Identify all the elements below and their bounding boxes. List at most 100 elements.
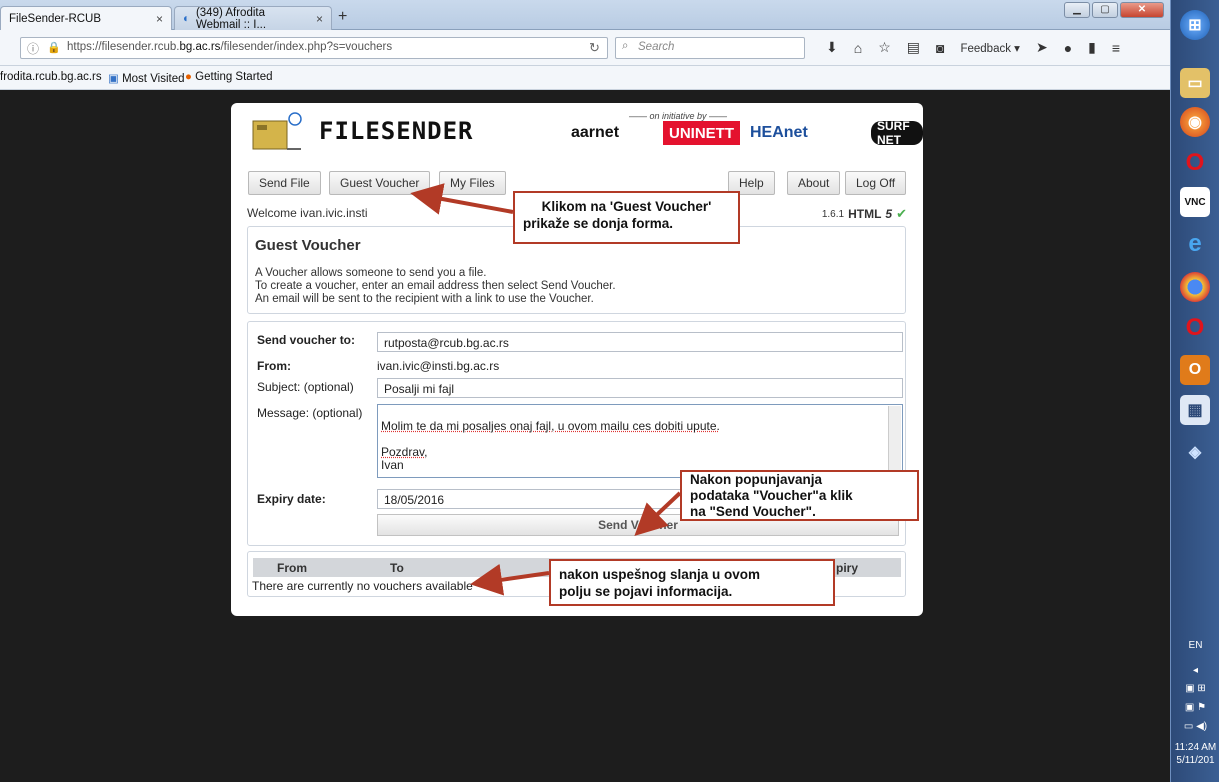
callout-line: Klikom na 'Guest Voucher': [541, 199, 712, 214]
search-icon: ⌕: [622, 40, 629, 52]
internet-explorer-icon[interactable]: e: [1180, 229, 1210, 259]
tab-webmail[interactable]: ◐ (349) Afrodita Webmail :: I... ×: [174, 6, 332, 31]
panel-title: Guest Voucher: [255, 237, 361, 254]
url-domain: bg.ac.rs: [179, 41, 221, 53]
chrome-icon[interactable]: [1180, 272, 1210, 302]
bookmark-label: Getting Started: [195, 71, 273, 83]
menu-icon[interactable]: ≡: [1112, 40, 1120, 56]
callout-line: Nakon popunjavanja: [690, 472, 823, 487]
bookmark-afrodita[interactable]: frodita.rcub.bg.ac.rs: [0, 71, 102, 83]
home-icon[interactable]: ⌂: [854, 40, 862, 56]
close-tab-icon[interactable]: ×: [156, 12, 163, 26]
search-input[interactable]: ⌕ Search: [615, 37, 805, 59]
url-suffix: /filesender/index.php?s=vouchers: [220, 41, 393, 53]
info-icon[interactable]: ⓘ: [27, 40, 39, 57]
html5-icon: 5: [885, 207, 893, 221]
bookmarks-bar: frodita.rcub.bg.ac.rs ▣ Most Visited ● G…: [0, 66, 1170, 90]
clock-time[interactable]: 11:24 AM: [1171, 742, 1219, 753]
close-tab-icon[interactable]: ×: [316, 12, 323, 26]
logoff-button[interactable]: Log Off: [845, 171, 907, 195]
file-explorer-icon[interactable]: ▭: [1180, 68, 1210, 98]
network-icon[interactable]: ◈: [1180, 437, 1210, 467]
annotation-vouchers-list: nakon uspešnog slanja u ovom polju se po…: [549, 559, 835, 606]
tab-filesender[interactable]: FileSender-RCUB ×: [0, 6, 172, 30]
send-icon[interactable]: ➤: [1036, 39, 1048, 56]
annotation-send-voucher: Nakon popunjavanja podataka "Voucher"a k…: [680, 470, 919, 521]
from-value: ivan.ivic@insti.bg.ac.rs: [377, 359, 500, 373]
send-file-button[interactable]: Send File: [248, 171, 321, 195]
bookmark-most-visited[interactable]: ▣ Most Visited: [108, 71, 185, 85]
col-to: To: [390, 561, 404, 575]
start-button-icon[interactable]: ⊞: [1180, 10, 1210, 40]
toolbar-icons: ⬇ ⌂ ☆ ▤ ◙ Feedback ▾ ➤ ● ▮ ≡: [826, 39, 1120, 56]
minimize-button[interactable]: ▁: [1064, 2, 1090, 18]
globe-icon: ◐: [183, 12, 190, 25]
callout-line: podataka "Voucher"a klik: [690, 488, 853, 503]
windows-taskbar: ⊞ ▭ ◉ O VNC e O O ▦ ◈ EN ◂ ▣ ⊞ ▣ ⚑ ▭ ◀) …: [1170, 0, 1219, 782]
url-bar[interactable]: ⓘ 🔒 https://filesender.rcub.bg.ac.rs/fil…: [20, 37, 608, 59]
calendar-icon[interactable]: ▦: [1180, 395, 1210, 425]
callout-line: na "Send Voucher".: [690, 504, 816, 519]
tray-icons-row1[interactable]: ▣ ⊞: [1171, 683, 1219, 694]
subject-label: Subject: (optional): [257, 380, 354, 394]
textarea-scrollbar[interactable]: [888, 406, 901, 476]
browser-nav-bar: ⓘ 🔒 https://filesender.rcub.bg.ac.rs/fil…: [0, 30, 1170, 66]
bookmarks-menu-icon[interactable]: ▤: [907, 39, 920, 56]
my-files-button[interactable]: My Files: [439, 171, 506, 195]
firefox-taskbar-icon[interactable]: ◉: [1180, 107, 1210, 137]
guest-voucher-button[interactable]: Guest Voucher: [329, 171, 431, 195]
language-indicator[interactable]: EN: [1171, 640, 1219, 651]
feedback-button[interactable]: Feedback ▾: [960, 41, 1019, 55]
bookmark-getting-started[interactable]: ● Getting Started: [185, 71, 273, 83]
library-icon[interactable]: ▮: [1088, 39, 1096, 56]
tab-title: (349) Afrodita Webmail :: I...: [195, 6, 267, 31]
message-line: Pozdrav,: [381, 445, 428, 459]
opera-red-icon[interactable]: O: [1180, 313, 1210, 343]
description-line: A Voucher allows someone to send you a f…: [255, 267, 487, 279]
html-label: HTML: [848, 207, 882, 221]
send-to-label: Send voucher to:: [257, 333, 356, 347]
pocket-icon[interactable]: ◙: [936, 40, 944, 56]
tray-expand-icon[interactable]: ◂: [1171, 665, 1219, 676]
col-from: From: [277, 561, 307, 575]
version-number: 1.6.1: [821, 208, 845, 220]
download-icon[interactable]: ⬇: [826, 39, 838, 56]
bookmark-label: Most Visited: [122, 73, 185, 85]
search-placeholder: Search: [638, 41, 675, 53]
from-label: From:: [257, 359, 291, 373]
version-info: 1.6.1 HTML 5 ✔: [822, 206, 907, 222]
url-prefix: https://filesender.rcub.: [67, 41, 180, 53]
new-tab-button[interactable]: +: [338, 8, 347, 26]
initiative-caption: —— on initiative by ——: [629, 111, 728, 121]
message-label: Message: (optional): [257, 406, 363, 420]
opera-icon[interactable]: O: [1180, 148, 1210, 178]
chat-icon[interactable]: ●: [1064, 40, 1072, 56]
close-window-button[interactable]: ✕: [1120, 2, 1164, 18]
message-textarea[interactable]: Molim te da mi posaljes onaj fajl, u ovo…: [377, 404, 903, 478]
aarnet-logo: aarnet: [571, 124, 620, 141]
lock-icon: 🔒: [47, 42, 61, 54]
heanet-logo: HEAnet: [750, 124, 808, 141]
reload-icon[interactable]: ↻: [589, 40, 600, 56]
panel-description: A Voucher allows someone to send you a f…: [255, 267, 616, 306]
about-button[interactable]: About: [787, 171, 841, 195]
uninett-logo: UNINETT: [663, 121, 740, 145]
col-expiry: piry: [836, 561, 859, 575]
surfnet-logo: SURF NET: [871, 119, 923, 147]
tray-icons-row2[interactable]: ▣ ⚑: [1171, 702, 1219, 713]
maximize-button[interactable]: ▢: [1092, 2, 1118, 18]
checkmark-icon: ✔: [896, 206, 907, 221]
subject-field[interactable]: Posalji mi fajl: [377, 378, 903, 398]
volume-icon[interactable]: ▭ ◀): [1171, 721, 1219, 732]
vnc-icon[interactable]: VNC: [1180, 187, 1210, 217]
callout-line: nakon uspešnog slanja u ovom: [559, 567, 761, 582]
description-line: To create a voucher, enter an email addr…: [255, 280, 616, 292]
description-line: An email will be sent to the recipient w…: [255, 293, 594, 305]
send-to-field[interactable]: rutposta@rcub.bg.ac.rs: [377, 332, 903, 352]
outlook-icon[interactable]: O: [1180, 355, 1210, 385]
tab-title: FileSender-RCUB: [9, 12, 102, 25]
filesender-page: FILESENDER —— on initiative by —— aarnet…: [231, 103, 923, 616]
bookmark-star-icon[interactable]: ☆: [878, 39, 891, 56]
welcome-text: Welcome ivan.ivic.insti: [247, 206, 368, 220]
